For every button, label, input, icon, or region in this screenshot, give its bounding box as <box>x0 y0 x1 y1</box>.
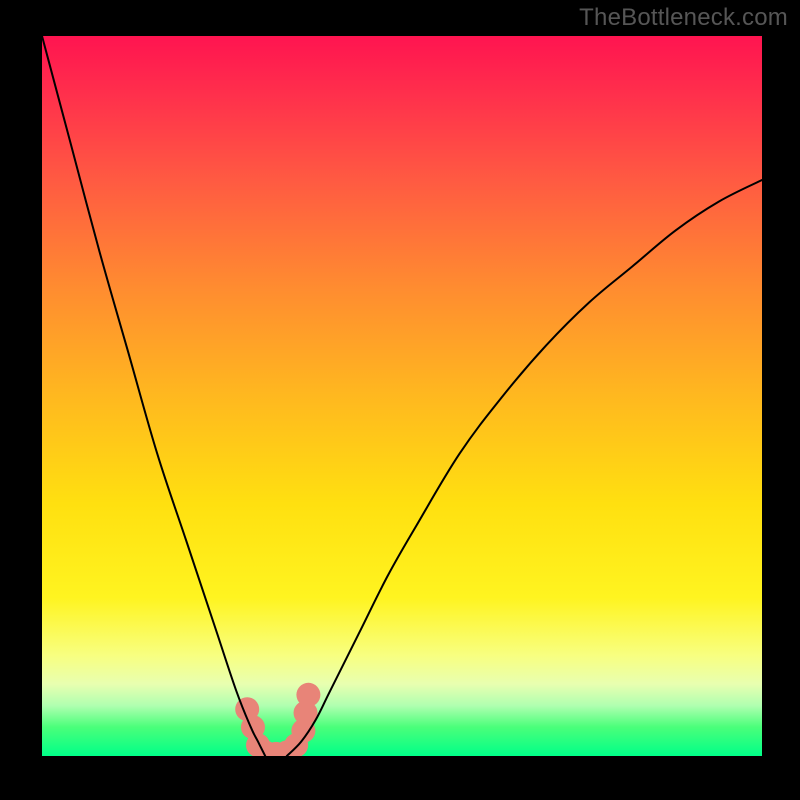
plot-area <box>42 36 762 756</box>
data-marker <box>296 683 320 707</box>
chart-frame: TheBottleneck.com <box>0 0 800 800</box>
curve-left-curve <box>42 36 265 756</box>
watermark-label: TheBottleneck.com <box>579 4 788 32</box>
curve-right-curve <box>287 180 762 756</box>
curve-layer <box>42 36 762 756</box>
curves-layer <box>42 36 762 756</box>
